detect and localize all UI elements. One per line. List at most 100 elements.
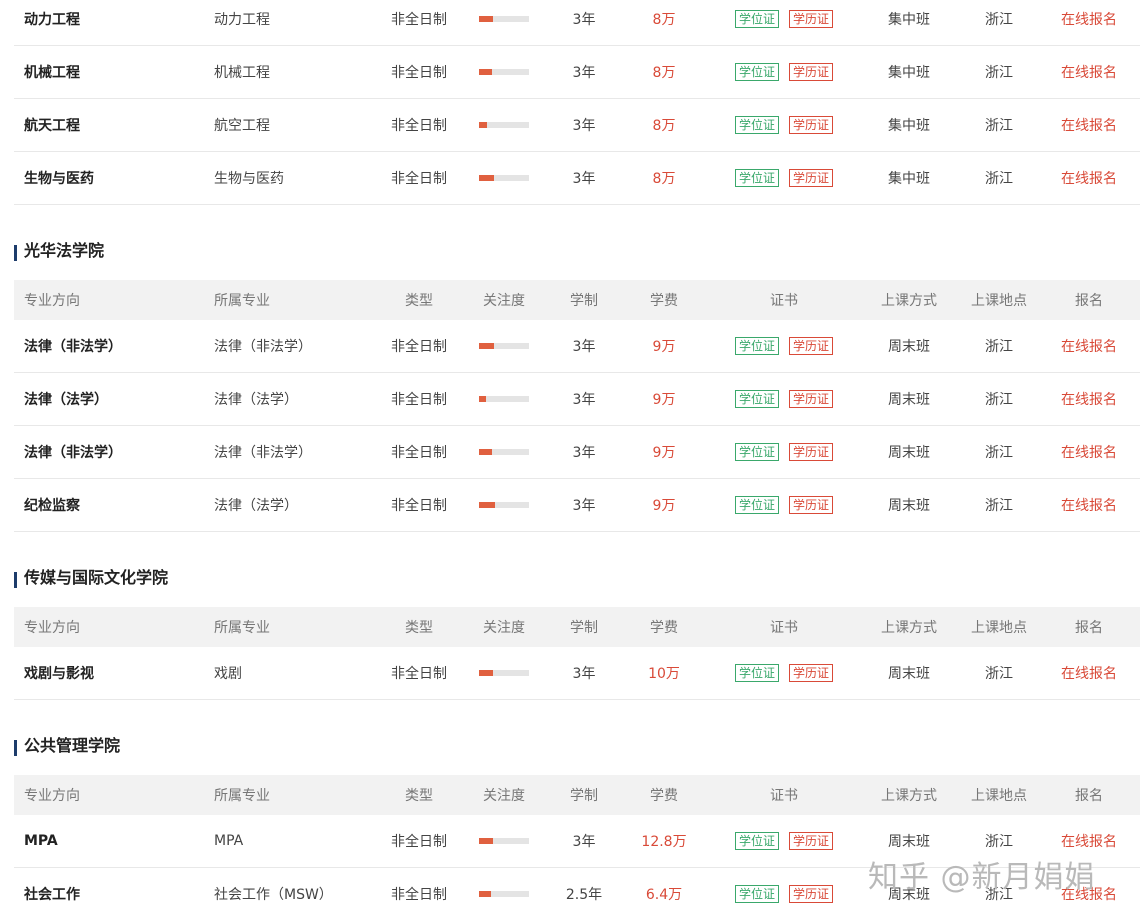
header-type: 类型 (405, 620, 433, 636)
degree-certificate-badge: 学位证 (734, 63, 779, 81)
attention-cell (464, 320, 544, 372)
program-list: 动力工程 动力工程 非全日制 3年 8万 学位证 学历证 集中班 浙江 在线报名 机械工程 机械工程非… (0, 0, 1143, 917)
header-register: 报名 (1075, 293, 1103, 309)
education-certificate-badge: 学历证 (789, 169, 834, 187)
online-register-link[interactable]: 在线报名 (1049, 320, 1129, 372)
education-certificate-badge: 学历证 (789, 664, 834, 682)
attention-bar-fill (479, 343, 494, 349)
program-fee: 8万 (652, 118, 676, 134)
program-direction: 机械工程 (24, 65, 80, 81)
table-row: 机械工程 机械工程 非全日制 3年 8万 学位证 学历证 集中班 浙江 在线报名 (14, 46, 1140, 99)
section-title-text: 传媒与国际文化学院 (24, 568, 169, 587)
program-direction: 社会工作 (24, 887, 80, 903)
watermark: 知乎 @新月娟娟 (868, 860, 1096, 895)
title-marker (14, 740, 17, 756)
class-mode: 周末班 (888, 666, 930, 682)
header-attention: 关注度 (483, 620, 525, 636)
degree-certificate-badge: 学位证 (734, 443, 779, 461)
program-major: 航空工程 (214, 118, 270, 134)
header-location: 上课地点 (971, 788, 1027, 804)
online-register-link[interactable]: 在线报名 (1049, 647, 1129, 699)
attention-bar-fill (479, 122, 487, 128)
class-mode: 周末班 (888, 445, 930, 461)
class-location: 浙江 (985, 339, 1013, 355)
header-register: 报名 (1075, 620, 1103, 636)
attention-bar-fill (479, 838, 493, 844)
attention-cell (464, 868, 544, 917)
class-mode: 周末班 (888, 498, 930, 514)
class-mode: 集中班 (888, 171, 930, 187)
program-major: 法律（非法学） (214, 339, 312, 355)
online-register-link[interactable]: 在线报名 (1049, 373, 1129, 425)
program-duration: 3年 (572, 65, 596, 81)
degree-certificate-badge: 学位证 (734, 116, 779, 134)
class-mode: 集中班 (888, 12, 930, 28)
header-register: 报名 (1075, 788, 1103, 804)
program-fee: 8万 (652, 12, 676, 28)
class-mode: 集中班 (888, 65, 930, 81)
education-certificate-badge: 学历证 (789, 337, 834, 355)
online-register-link[interactable]: 在线报名 (1049, 0, 1129, 45)
class-location: 浙江 (985, 171, 1013, 187)
program-major: 戏剧 (214, 666, 242, 682)
table-row: 纪检监察 法律（法学） 非全日制 3年 9万 学位证 学历证 周末班 浙江 在线报名 (14, 479, 1140, 532)
program-direction: 航天工程 (24, 118, 80, 134)
program-direction: 法律（法学） (24, 392, 108, 408)
online-register-link[interactable]: 在线报名 (1049, 426, 1129, 478)
attention-bar (479, 449, 529, 455)
certificate-cell: 学位证 学历证 (704, 46, 864, 98)
header-duration: 学制 (570, 620, 598, 636)
attention-bar (479, 396, 529, 402)
program-fee: 12.8万 (641, 834, 687, 850)
program-direction: 生物与医药 (24, 171, 94, 187)
program-fee: 9万 (652, 392, 676, 408)
certificate-cell: 学位证 学历证 (704, 479, 864, 531)
certificate-cell: 学位证 学历证 (704, 815, 864, 867)
program-direction: 法律（非法学） (24, 445, 122, 461)
degree-certificate-badge: 学位证 (734, 832, 779, 850)
section-title-text: 光华法学院 (24, 241, 105, 260)
class-mode: 集中班 (888, 118, 930, 134)
online-register-link[interactable]: 在线报名 (1049, 46, 1129, 98)
program-type: 非全日制 (391, 445, 447, 461)
table-header: 专业方向 所属专业 类型 关注度 学制 学费 证书 上课方式 上课地点 报名 (14, 280, 1140, 320)
program-type: 非全日制 (391, 12, 447, 28)
header-certificate: 证书 (770, 788, 798, 804)
education-certificate-badge: 学历证 (789, 885, 834, 903)
online-register-link[interactable]: 在线报名 (1049, 152, 1129, 204)
online-register-link[interactable]: 在线报名 (1049, 99, 1129, 151)
program-major: MPA (214, 833, 244, 849)
program-duration: 2.5年 (565, 887, 603, 903)
education-certificate-badge: 学历证 (789, 116, 834, 134)
header-duration: 学制 (570, 293, 598, 309)
table-row: 法律（非法学） 法律（非法学） 非全日制 3年 9万 学位证 学历证 周末班 浙江 在线报名 (14, 320, 1140, 373)
program-direction: 纪检监察 (24, 498, 80, 514)
program-type: 非全日制 (391, 834, 447, 850)
certificate-cell: 学位证 学历证 (704, 152, 864, 204)
program-direction: 法律（非法学） (24, 339, 122, 355)
attention-bar (479, 670, 529, 676)
header-major: 所属专业 (214, 788, 270, 804)
table-row: 生物与医药 生物与医药 非全日制 3年 8万 学位证 学历证 集中班 浙江 在线报名 (14, 152, 1140, 205)
program-type: 非全日制 (391, 171, 447, 187)
attention-bar (479, 343, 529, 349)
header-fee: 学费 (650, 788, 678, 804)
program-direction: 戏剧与影视 (24, 666, 94, 682)
program-major: 动力工程 (214, 12, 270, 28)
attention-cell (464, 647, 544, 699)
attention-bar-fill (479, 891, 491, 897)
program-major: 机械工程 (214, 65, 270, 81)
class-location: 浙江 (985, 392, 1013, 408)
attention-bar-fill (479, 69, 492, 75)
header-attention: 关注度 (483, 293, 525, 309)
attention-bar (479, 502, 529, 508)
attention-cell (464, 815, 544, 867)
online-register-link[interactable]: 在线报名 (1049, 479, 1129, 531)
table-row: 戏剧与影视 戏剧 非全日制 3年 10万 学位证 学历证 周末班 浙江 在线报名 (14, 647, 1140, 700)
attention-bar-fill (479, 449, 492, 455)
program-type: 非全日制 (391, 118, 447, 134)
table-header: 专业方向 所属专业 类型 关注度 学制 学费 证书 上课方式 上课地点 报名 (14, 607, 1140, 647)
class-location: 浙江 (985, 12, 1013, 28)
table-row: 法律（非法学） 法律（非法学） 非全日制 3年 9万 学位证 学历证 周末班 浙江 在线报名 (14, 426, 1140, 479)
table-row: 法律（法学） 法律（法学） 非全日制 3年 9万 学位证 学历证 周末班 浙江 在线报名 (14, 373, 1140, 426)
